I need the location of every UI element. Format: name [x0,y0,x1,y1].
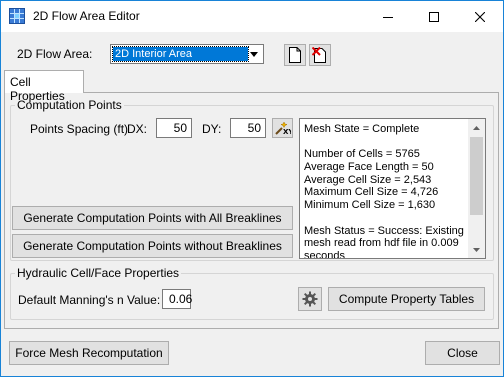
generate-without-breaklines-button[interactable]: Generate Computation Points without Brea… [12,234,293,258]
dropdown-arrow[interactable] [246,46,262,62]
set-spacing-button[interactable]: XY [272,118,293,138]
mesh-status-line: Maximum Cell Size = 4,726 [304,186,439,199]
mesh-status-scrollbar[interactable] [468,119,485,258]
close-window-button[interactable] [457,1,503,32]
grid-app-icon [9,8,25,24]
mesh-status-line [304,212,466,225]
svg-text:XY: XY [283,128,291,135]
chevron-down-icon [473,247,480,252]
delete-document-icon [312,47,326,63]
close-icon [475,11,485,22]
mesh-status-line: seconds [304,249,345,259]
maximize-icon [429,11,439,22]
generate-with-breaklines-button[interactable]: Generate Computation Points with All Bre… [12,206,293,230]
scroll-up-button[interactable] [468,119,485,136]
new-flow-area-button[interactable] [284,44,306,66]
maximize-button[interactable] [411,1,457,32]
mesh-status-line [304,136,466,149]
mesh-status-line: Mesh Status = Success: Existing [304,224,464,237]
new-document-icon [289,47,301,63]
scroll-down-button[interactable] [468,241,485,258]
mannings-label: Default Manning's n Value: [18,293,161,307]
close-button[interactable]: Close [425,341,500,365]
spacing-label: Points Spacing (ft) [30,122,129,136]
force-mesh-recomputation-button[interactable]: Force Mesh Recomputation [9,341,169,365]
mesh-status-lines: Mesh State = Complete Number of Cells = 5… [304,123,466,259]
chevron-up-icon [473,125,480,130]
minimize-button[interactable] [365,1,411,32]
gear-icon [302,291,318,307]
xy-wand-icon: XY [274,121,291,135]
mesh-status-line: Average Face Length = 50 [304,161,434,174]
tab-label: Cell Properties [10,75,65,103]
minimize-icon [383,16,393,18]
title-bar[interactable]: 2D Flow Area Editor [1,1,503,32]
mesh-status-line: Mesh State = Complete [304,123,420,135]
mesh-status-line: Number of Cells = 5765 [304,148,420,161]
hydraulic-properties-title: Hydraulic Cell/Face Properties [15,266,182,280]
mesh-status-line: Average Cell Size = 2,543 [304,173,432,186]
mesh-status-textbox[interactable]: Mesh State = Complete Number of Cells = 5… [299,118,486,259]
dx-input[interactable]: 50 [156,118,192,138]
flow-area-selected-value: 2D Interior Area [112,46,249,62]
dx-label: DX: [127,122,148,136]
dy-label: DY: [202,122,222,136]
delete-flow-area-button[interactable] [309,44,331,66]
flow-area-label: 2D Flow Area: [17,47,93,61]
dialog-window: 2D Flow Area Editor 2D Flow Area: 2D Int… [0,0,504,377]
mesh-status-line: mesh read from hdf file in 0.009 [304,237,459,250]
scroll-thumb[interactable] [470,137,483,215]
tab-cell-properties[interactable]: Cell Properties [4,70,84,103]
window-title: 2D Flow Area Editor [33,9,140,23]
dy-input[interactable]: 50 [230,118,266,138]
compute-property-tables-button[interactable]: Compute Property Tables [328,287,485,311]
mesh-status-line: Minimum Cell Size = 1,630 [304,199,436,212]
flow-area-dropdown[interactable]: 2D Interior Area [110,44,264,64]
chevron-down-icon [250,51,258,57]
property-settings-button[interactable] [298,287,322,311]
mannings-input[interactable]: 0.06 [162,289,192,309]
